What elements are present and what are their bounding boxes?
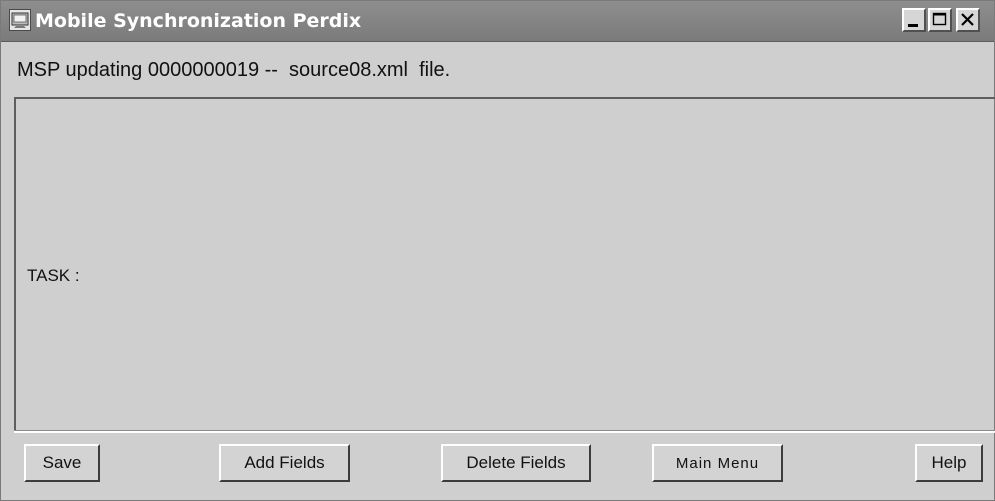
- close-button[interactable]: [956, 8, 980, 32]
- save-button[interactable]: Save: [24, 444, 100, 482]
- window-title: Mobile Synchronization Perdix: [35, 10, 362, 32]
- delete-fields-button[interactable]: Delete Fields: [441, 444, 591, 482]
- add-fields-button[interactable]: Add Fields: [219, 444, 350, 482]
- title-bar[interactable]: Mobile Synchronization Perdix: [1, 1, 994, 42]
- minimize-button[interactable]: [902, 8, 926, 32]
- help-button[interactable]: Help: [915, 444, 983, 482]
- close-icon: [961, 13, 974, 26]
- task-label: TASK :: [27, 266, 80, 285]
- app-window-icon[interactable]: [9, 9, 31, 31]
- app-window: Mobile Synchronization Perdix MSP updati…: [0, 0, 995, 501]
- button-separator: [14, 430, 995, 433]
- status-message: MSP updating 0000000019 -- source08.xml …: [17, 59, 451, 81]
- minimize-icon: [908, 24, 918, 27]
- maximize-icon: [932, 12, 947, 26]
- main-menu-button[interactable]: Main Menu: [652, 444, 783, 482]
- maximize-button[interactable]: [928, 8, 952, 32]
- task-panel: [14, 97, 995, 431]
